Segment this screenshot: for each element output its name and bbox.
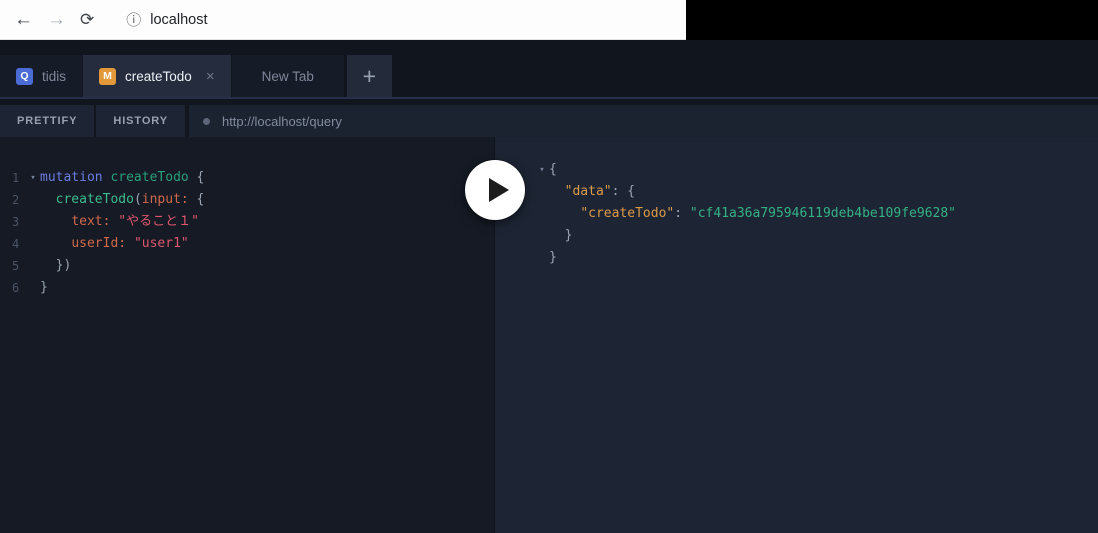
code-text: })	[40, 258, 72, 273]
fold-gutter	[26, 277, 40, 299]
history-button[interactable]: HISTORY	[96, 105, 185, 137]
tab-label: createTodo	[125, 68, 192, 84]
tab-new-tab[interactable]: New Tab	[231, 55, 344, 97]
query-editor[interactable]: 1 ▾ mutation createTodo { 2 createTodo(inpu…	[0, 167, 494, 299]
query-editor-pane[interactable]: 1 ▾ mutation createTodo { 2 createTodo(inpu…	[0, 137, 495, 533]
reload-icon[interactable]: ⟳	[80, 10, 94, 30]
fold-caret-icon[interactable]: ▾	[26, 167, 40, 189]
fold-gutter	[26, 233, 40, 255]
fold-gutter	[535, 247, 549, 269]
code-text: }	[549, 250, 557, 265]
code-text: }	[40, 280, 48, 295]
request-toolbar: PRETTIFY HISTORY	[0, 105, 1098, 137]
mutation-badge: M	[99, 67, 117, 85]
result-line: }	[495, 247, 1098, 269]
tab-label: New Tab	[261, 68, 314, 84]
code-text: userId: "user1"	[71, 236, 189, 251]
result-line: }	[495, 225, 1098, 247]
code-text: "data": {	[564, 184, 636, 199]
fold-gutter	[535, 225, 549, 247]
fold-caret-icon[interactable]: ▾	[535, 159, 549, 181]
desktop-background	[686, 0, 1098, 40]
address-bar-text[interactable]: localhost	[150, 12, 207, 28]
response-viewer: ▾{ "data": { "createTodo": "cf41a36a7959…	[495, 159, 1098, 269]
query-badge: Q	[16, 67, 33, 85]
editor-line: 5 })	[0, 255, 494, 277]
fold-gutter	[26, 255, 40, 277]
line-number: 4	[12, 237, 20, 251]
editor-line: 1 ▾ mutation createTodo {	[0, 167, 494, 189]
fold-gutter	[535, 203, 549, 225]
prettify-button[interactable]: PRETTIFY	[0, 105, 95, 137]
play-icon	[488, 178, 509, 202]
tab-label: tidis	[42, 68, 67, 84]
endpoint-url-field[interactable]	[188, 105, 1098, 137]
tab-bar: Q tidis M createTodo × New Tab +	[0, 55, 1098, 99]
altair-app: Q tidis M createTodo × New Tab + PRETTIF…	[0, 40, 1098, 533]
code-text: {	[549, 162, 557, 177]
tab-tidis[interactable]: Q tidis	[0, 55, 83, 97]
close-tab-icon[interactable]: ×	[206, 68, 215, 85]
code-text: }	[549, 228, 573, 243]
endpoint-url-input[interactable]	[221, 113, 1084, 129]
result-line: "createTodo": "cf41a36a795946119deb4be10…	[495, 203, 1098, 225]
add-tab-button[interactable]: +	[346, 55, 392, 97]
fold-gutter	[26, 211, 40, 233]
result-line: "data": {	[495, 181, 1098, 203]
line-number: 5	[12, 259, 20, 273]
code-text: mutation createTodo {	[40, 170, 205, 185]
editor-line: 6}	[0, 277, 494, 299]
line-number: 6	[12, 281, 20, 295]
forward-icon[interactable]: →	[47, 9, 66, 31]
tab-createtodo[interactable]: M createTodo ×	[83, 55, 231, 97]
status-dot-icon	[202, 117, 210, 125]
code-text: text: "やること１"	[71, 214, 199, 229]
back-icon[interactable]: ←	[14, 9, 33, 31]
code-text: createTodo(input: {	[55, 192, 205, 207]
line-number: 3	[12, 215, 20, 229]
result-line: ▾{	[495, 159, 1098, 181]
browser-toolbar: ← → ⟳ ⓘ localhost	[0, 0, 686, 40]
code-text: "createTodo": "cf41a36a795946119deb4be10…	[580, 206, 956, 221]
page-info-icon[interactable]: ⓘ	[126, 9, 141, 30]
line-number: 2	[12, 193, 20, 207]
editor-line: 2 createTodo(input: {	[0, 189, 494, 211]
editor-line: 4 userId: "user1"	[0, 233, 494, 255]
line-number: 1	[12, 171, 20, 185]
run-query-button[interactable]	[465, 160, 525, 220]
main-split: 1 ▾ mutation createTodo {2 createTodo(inpu…	[0, 137, 1098, 533]
editor-line: 3 text: "やること１"	[0, 211, 494, 233]
response-pane: ▾{ "data": { "createTodo": "cf41a36a7959…	[495, 137, 1098, 533]
fold-gutter	[535, 181, 549, 203]
fold-gutter	[26, 189, 40, 211]
